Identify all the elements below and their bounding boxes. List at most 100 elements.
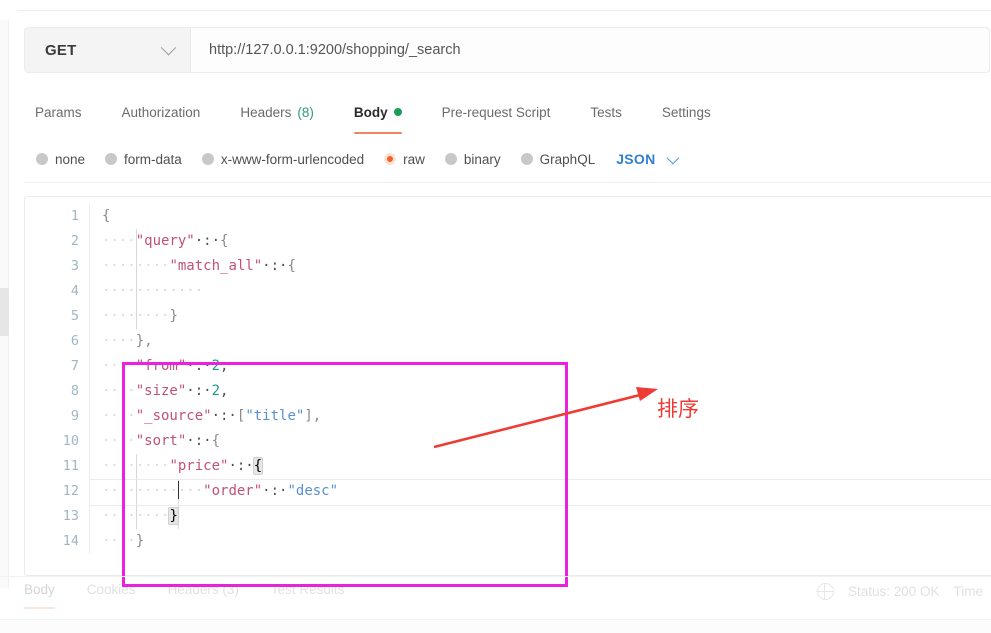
code-line[interactable]: ····} <box>102 529 991 554</box>
tab-body[interactable]: Body <box>334 88 422 136</box>
tab-label: Headers (3) <box>167 582 239 597</box>
body-type-x-www-form-urlencoded[interactable]: x-www-form-urlencoded <box>191 152 373 167</box>
body-type-form-data[interactable]: form-data <box>94 152 191 167</box>
line-number: 12 <box>62 483 79 499</box>
body-type-none[interactable]: none <box>24 152 94 167</box>
request-tabs: Params Authorization Headers (8) Body Pre… <box>24 88 990 136</box>
code-token: ·:· <box>186 433 212 449</box>
tab-params[interactable]: Params <box>24 88 102 136</box>
code-token: ·:· <box>228 458 254 474</box>
code-token: }, <box>135 333 153 349</box>
code-token: ···· <box>135 258 170 274</box>
radio-selected-icon <box>384 153 397 165</box>
top-divider <box>18 10 991 11</box>
code-token: ···· <box>169 483 204 499</box>
code-line[interactable]: ····"_source"·:·["title"], <box>102 404 991 429</box>
code-token: ···· <box>102 483 136 499</box>
body-format-label: JSON <box>616 151 656 167</box>
headers-count: (8) <box>297 104 314 120</box>
tab-settings[interactable]: Settings <box>642 88 731 136</box>
code-line[interactable]: ············ <box>102 279 991 304</box>
line-number: 6 <box>70 333 79 349</box>
tab-label: Body <box>353 104 388 120</box>
radio-icon <box>36 153 48 165</box>
code-line[interactable]: ····"from"·:·2, <box>102 354 991 379</box>
line-number: 10 <box>62 433 79 449</box>
code-token: ···· <box>102 383 136 399</box>
code-token: ···· <box>102 433 136 449</box>
code-token: ···· <box>102 283 136 299</box>
line-number: 9 <box>70 408 79 424</box>
response-pane: Body Cookies Headers (3) Test Results St… <box>0 578 991 618</box>
tab-headers[interactable]: Headers (8) <box>220 88 334 136</box>
code-content[interactable]: {····"query"·:·{········"match_all"·:·{·… <box>89 204 991 554</box>
radio-label: none <box>55 151 86 167</box>
response-tabs: Body Cookies Headers (3) Test Results <box>24 582 361 609</box>
code-token: ···· <box>102 358 136 374</box>
code-line[interactable]: ········"price"·:·{ <box>102 454 991 479</box>
body-type-binary[interactable]: binary <box>434 152 510 167</box>
body-toolbar-divider <box>24 182 991 183</box>
postman-request-builder: GET http://127.0.0.1:9200/shopping/_sear… <box>0 0 991 633</box>
body-type-radio-group: none form-data x-www-form-urlencoded raw… <box>24 136 990 182</box>
radio-label: x-www-form-urlencoded <box>220 151 365 167</box>
code-token: ···· <box>135 308 170 324</box>
code-line[interactable]: ····}, <box>102 329 991 354</box>
url-text: http://127.0.0.1:9200/shopping/_search <box>209 42 461 58</box>
tab-pre-request-script[interactable]: Pre-request Script <box>422 88 571 136</box>
sidebar-resize-handle[interactable] <box>0 288 9 336</box>
line-number: 14 <box>62 533 79 549</box>
tab-tests[interactable]: Tests <box>570 88 642 136</box>
tab-label: Headers <box>240 104 292 120</box>
tab-label: Authorization <box>121 104 201 120</box>
body-active-dot-icon <box>393 108 402 116</box>
tab-authorization[interactable]: Authorization <box>102 88 221 136</box>
line-number: 13 <box>62 508 79 524</box>
url-bar: GET http://127.0.0.1:9200/shopping/_sear… <box>24 27 990 73</box>
code-token: { <box>220 233 229 249</box>
line-number: 8 <box>70 383 79 399</box>
code-token: "from" <box>135 358 187 374</box>
code-token: ···· <box>102 308 136 324</box>
code-token: ·:· <box>262 258 288 274</box>
code-line[interactable]: ····"query"·:·{ <box>102 229 991 254</box>
code-token: "price" <box>169 458 229 474</box>
code-line[interactable]: { <box>102 204 991 229</box>
code-line[interactable]: ········} <box>102 304 991 329</box>
line-number-gutter: 1 2 3 4 5 6 7 8 9 10 11 12 13 14 <box>25 204 89 554</box>
code-line[interactable]: ············"order"·:·"desc" <box>90 479 991 506</box>
code-token: } <box>168 507 179 525</box>
chevron-down-icon <box>160 39 177 55</box>
code-token: "order" <box>203 483 263 499</box>
code-token: 2 <box>211 383 221 399</box>
code-token: { <box>211 433 221 449</box>
code-token: ···· <box>135 508 170 524</box>
raw-body-editor[interactable]: 1 2 3 4 5 6 7 8 9 10 11 12 13 14 {····"query"·:·{····… <box>24 196 991 576</box>
response-tab-test-results[interactable]: Test Results <box>255 582 361 597</box>
tab-label: Body <box>24 582 55 597</box>
code-line[interactable]: ········"match_all"·:·{ <box>102 254 991 279</box>
code-token: { <box>287 258 296 274</box>
tab-label: Cookies <box>86 582 136 597</box>
body-format-dropdown[interactable]: JSON <box>616 151 679 167</box>
code-token: "size" <box>135 383 187 399</box>
chevron-down-icon <box>666 151 679 164</box>
response-status: Status: 200 OK <box>847 584 940 599</box>
code-token: ···· <box>135 458 170 474</box>
code-token: "desc" <box>287 483 339 499</box>
annotation-label: 排序 <box>657 397 699 421</box>
code-line[interactable]: ····"sort"·:·{ <box>102 429 991 454</box>
code-token: ···· <box>102 508 136 524</box>
response-tab-headers[interactable]: Headers (3) <box>152 582 255 597</box>
code-line[interactable]: ····"size"·:·2, <box>102 379 991 404</box>
code-line[interactable]: ········} <box>102 504 991 529</box>
body-type-raw[interactable]: raw <box>373 152 434 167</box>
code-token: "query" <box>135 233 195 249</box>
response-tab-cookies[interactable]: Cookies <box>71 582 152 597</box>
url-input[interactable]: http://127.0.0.1:9200/shopping/_search <box>191 28 989 72</box>
line-number: 11 <box>62 458 79 474</box>
response-tab-body[interactable]: Body <box>24 582 71 609</box>
http-method-dropdown[interactable]: GET <box>25 28 191 72</box>
body-type-graphql[interactable]: GraphQL <box>510 152 605 167</box>
code-token: ········ <box>135 283 204 299</box>
